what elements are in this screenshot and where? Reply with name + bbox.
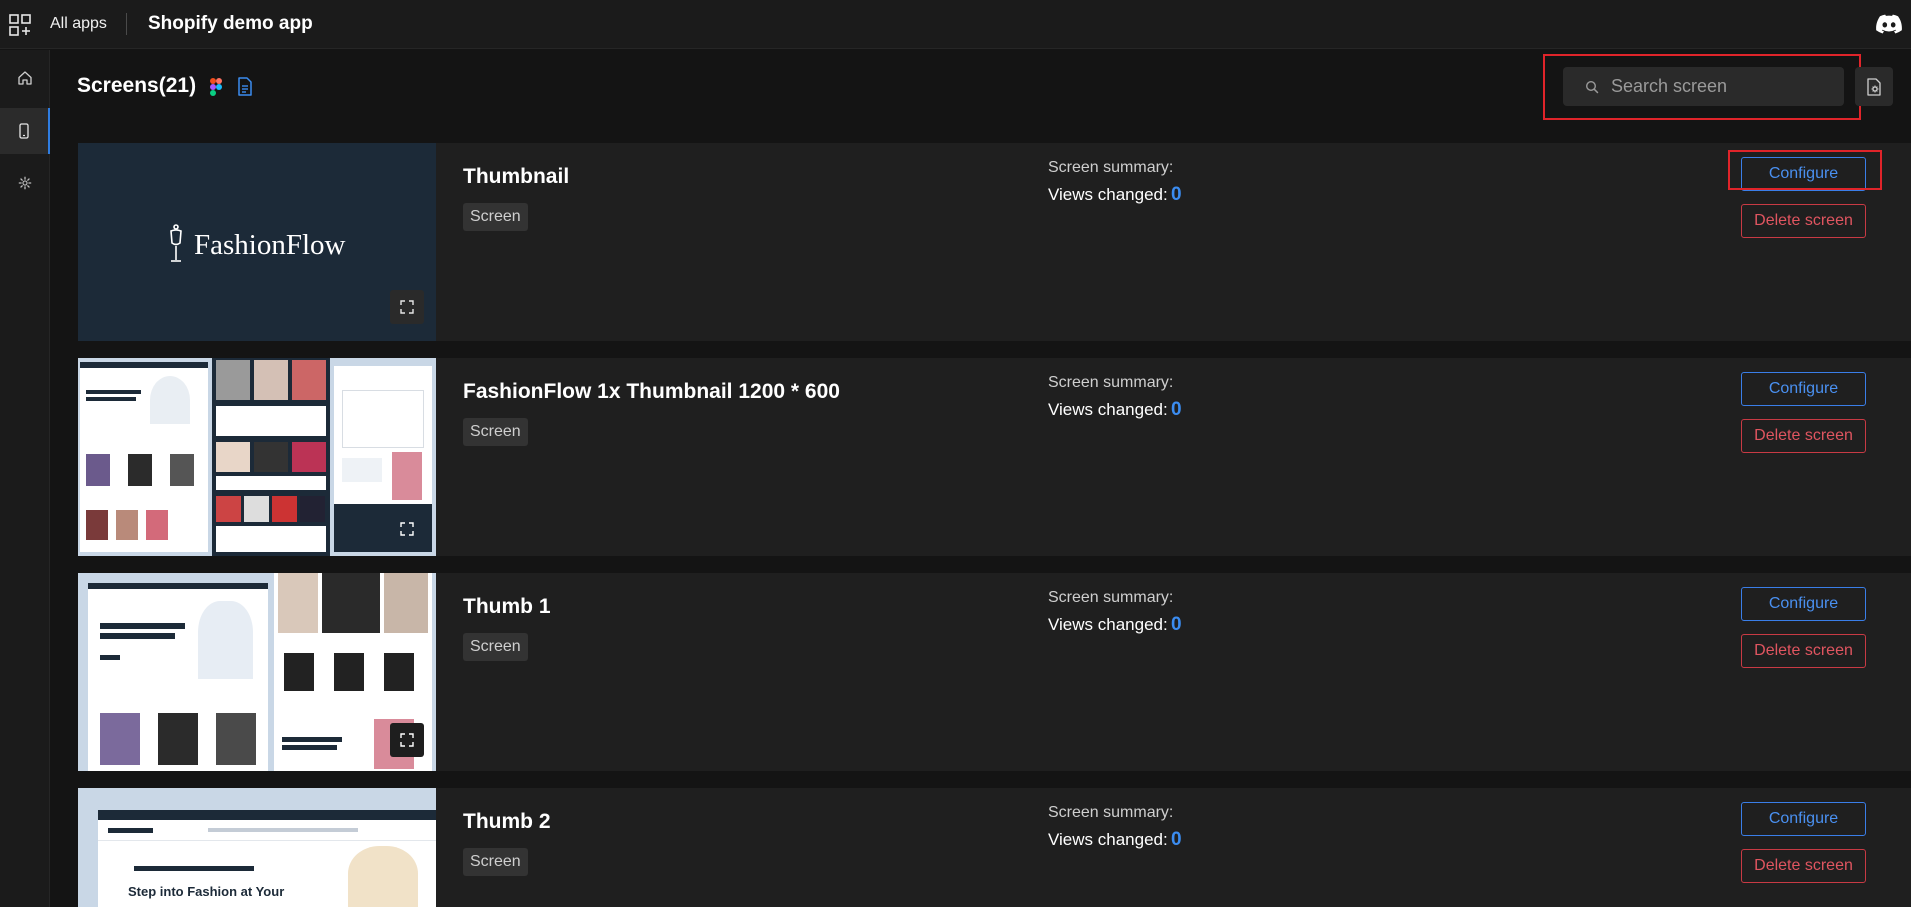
- top-bar: All apps Shopify demo app: [0, 0, 1911, 49]
- screen-summary-label: Screen summary:: [1048, 589, 1174, 606]
- views-changed-count: 0: [1171, 829, 1182, 850]
- expand-icon: [400, 300, 414, 314]
- screen-title: Thumb 2: [463, 810, 551, 833]
- screen-thumbnail[interactable]: [78, 573, 436, 771]
- screen-type-badge: Screen: [463, 848, 528, 876]
- home-icon: [18, 71, 32, 85]
- screen-card: FashionFlow 1x Thumbnail 1200 * 600 Scre…: [78, 358, 1911, 556]
- views-changed-label: Views changed:: [1048, 400, 1168, 419]
- fashionflow-logo: FashionFlow: [170, 224, 346, 262]
- screen-thumbnail[interactable]: FashionFlow: [78, 143, 436, 341]
- screen-type-badge: Screen: [463, 203, 528, 231]
- configure-button[interactable]: Configure: [1741, 587, 1866, 621]
- document-settings-icon: [1867, 77, 1881, 96]
- thumb-page-mock: [80, 362, 208, 552]
- views-changed-count: 0: [1171, 614, 1182, 635]
- views-changed-label: Views changed:: [1048, 615, 1168, 634]
- document-icon[interactable]: [237, 77, 253, 96]
- delete-screen-button[interactable]: Delete screen: [1741, 849, 1866, 883]
- sidebar: [0, 50, 50, 907]
- delete-screen-button[interactable]: Delete screen: [1741, 204, 1866, 238]
- expand-icon: [400, 733, 414, 747]
- figma-icon[interactable]: [210, 78, 222, 96]
- thumb-page-mock: [88, 583, 268, 771]
- views-changed-count: 0: [1171, 184, 1182, 205]
- delete-screen-button[interactable]: Delete screen: [1741, 634, 1866, 668]
- configure-highlight-box: [1728, 150, 1882, 190]
- sidebar-item-screens[interactable]: [0, 108, 50, 154]
- screen-thumbnail[interactable]: [78, 358, 436, 556]
- topbar-divider: [126, 13, 127, 35]
- screen-type-badge: Screen: [463, 633, 528, 661]
- screen-title: Thumb 1: [463, 595, 551, 618]
- screen-summary-label: Screen summary:: [1048, 159, 1174, 176]
- thumb-page-mock: Step into Fashion at Your: [98, 810, 436, 907]
- gear-icon: [18, 176, 32, 190]
- screen-settings-button[interactable]: [1855, 67, 1893, 106]
- screen-card: Thumb 1 Screen Screen summary: Views cha…: [78, 573, 1911, 771]
- screen-thumbnail[interactable]: Step into Fashion at Your: [78, 788, 436, 907]
- expand-preview-button[interactable]: [390, 723, 424, 757]
- thumb-heading: Step into Fashion at Your: [128, 884, 285, 899]
- views-changed-label: Views changed:: [1048, 830, 1168, 849]
- screen-title: Thumbnail: [463, 165, 570, 188]
- sidebar-item-home[interactable]: [0, 55, 50, 101]
- delete-screen-button[interactable]: Delete screen: [1741, 419, 1866, 453]
- expand-preview-button[interactable]: [390, 512, 424, 546]
- svg-text:FashionFlow: FashionFlow: [194, 229, 346, 261]
- all-apps-link[interactable]: All apps: [50, 15, 107, 33]
- views-changed-label: Views changed:: [1048, 185, 1168, 204]
- thumb-page-mock: [212, 358, 330, 556]
- page-title: Screens(21): [77, 74, 197, 97]
- screen-card: FashionFlow Thumbnail Screen Screen summ…: [78, 143, 1911, 341]
- mobile-screen-icon: [19, 123, 29, 139]
- screen-summary-label: Screen summary:: [1048, 374, 1174, 391]
- configure-button[interactable]: Configure: [1741, 802, 1866, 836]
- apps-grid-icon[interactable]: [9, 14, 31, 36]
- expand-preview-button[interactable]: [390, 290, 424, 324]
- screen-summary-label: Screen summary:: [1048, 804, 1174, 821]
- configure-button[interactable]: Configure: [1741, 372, 1866, 406]
- search-highlight-box: [1543, 54, 1861, 120]
- app-title: Shopify demo app: [148, 13, 313, 34]
- discord-icon[interactable]: [1876, 13, 1902, 35]
- views-changed-count: 0: [1171, 399, 1182, 420]
- screen-card: Step into Fashion at Your Thumb 2 Screen…: [78, 788, 1911, 907]
- screen-title: FashionFlow 1x Thumbnail 1200 * 600: [463, 380, 840, 403]
- sidebar-item-settings[interactable]: [0, 160, 50, 206]
- expand-icon: [400, 522, 414, 536]
- screen-type-badge: Screen: [463, 418, 528, 446]
